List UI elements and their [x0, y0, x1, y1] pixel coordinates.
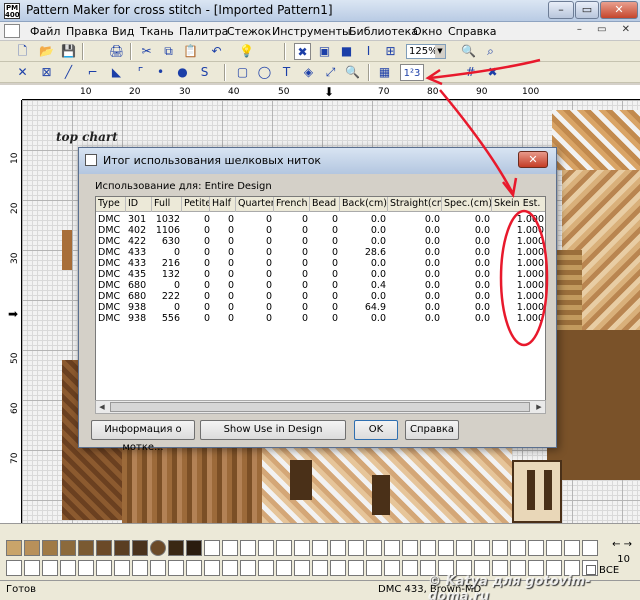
highlight-ellipse — [499, 209, 549, 347]
palette-swatch[interactable] — [114, 560, 130, 576]
palette-scroll-arrows[interactable]: ← → — [612, 539, 632, 550]
palette-swatch[interactable] — [6, 540, 22, 556]
palette-swatch[interactable] — [204, 540, 220, 556]
palette-swatch[interactable] — [186, 540, 202, 556]
palette-swatch[interactable] — [258, 540, 274, 556]
palette-swatch[interactable] — [456, 540, 472, 556]
palette-swatch[interactable] — [96, 540, 112, 556]
palette-swatch[interactable] — [294, 540, 310, 556]
palette-swatch[interactable] — [510, 540, 526, 556]
palette-swatch[interactable] — [60, 560, 76, 576]
palette-swatch[interactable] — [384, 560, 400, 576]
palette-swatch[interactable] — [150, 540, 166, 556]
palette-swatch[interactable] — [132, 540, 148, 556]
palette-swatch[interactable] — [60, 540, 76, 556]
palette-swatch[interactable] — [222, 540, 238, 556]
palette-swatch[interactable] — [132, 560, 148, 576]
palette-bar: ← → 10 ВСЕ — [0, 523, 640, 580]
annotation-arrow — [439, 89, 514, 193]
palette-swatch[interactable] — [366, 560, 382, 576]
palette-swatch[interactable] — [312, 540, 328, 556]
palette-swatch[interactable] — [276, 540, 292, 556]
palette-swatch[interactable] — [186, 560, 202, 576]
palette-swatch[interactable] — [42, 560, 58, 576]
palette-swatch[interactable] — [492, 540, 508, 556]
palette-swatch[interactable] — [6, 560, 22, 576]
palette-swatch[interactable] — [366, 540, 382, 556]
palette-swatch[interactable] — [42, 540, 58, 556]
palette-swatch[interactable] — [402, 560, 418, 576]
palette-swatch[interactable] — [204, 560, 220, 576]
palette-swatch[interactable] — [222, 560, 238, 576]
annotation-arrow — [429, 58, 541, 80]
palette-swatch[interactable] — [258, 560, 274, 576]
palette-swatch[interactable] — [528, 540, 544, 556]
palette-swatch[interactable] — [24, 540, 40, 556]
palette-swatch[interactable] — [312, 560, 328, 576]
palette-swatch[interactable] — [168, 540, 184, 556]
palette-swatch[interactable] — [150, 560, 166, 576]
palette-swatch[interactable] — [348, 560, 364, 576]
palette-swatch[interactable] — [330, 560, 346, 576]
palette-swatch[interactable] — [240, 540, 256, 556]
palette-swatch[interactable] — [402, 540, 418, 556]
palette-swatch[interactable] — [420, 540, 436, 556]
palette-swatch[interactable] — [240, 560, 256, 576]
palette-swatch[interactable] — [114, 540, 130, 556]
palette-swatch[interactable] — [582, 540, 598, 556]
palette-swatch[interactable] — [96, 560, 112, 576]
palette-swatch[interactable] — [348, 540, 364, 556]
palette-count: 10 — [617, 554, 630, 565]
palette-swatch[interactable] — [168, 560, 184, 576]
palette-swatch[interactable] — [474, 540, 490, 556]
watermark: © Katya для gotovim-doma.ru — [428, 574, 591, 600]
palette-swatch[interactable] — [546, 540, 562, 556]
palette-swatch[interactable] — [438, 540, 454, 556]
palette-swatch[interactable] — [384, 540, 400, 556]
palette-swatch[interactable] — [276, 560, 292, 576]
status-ready: Готов — [6, 584, 37, 595]
red-annotation-overlay — [425, 58, 549, 347]
palette-swatch[interactable] — [294, 560, 310, 576]
palette-swatch[interactable] — [564, 540, 580, 556]
palette-swatch[interactable] — [78, 560, 94, 576]
palette-swatch[interactable] — [24, 560, 40, 576]
palette-swatch[interactable] — [330, 540, 346, 556]
palette-swatch[interactable] — [78, 540, 94, 556]
